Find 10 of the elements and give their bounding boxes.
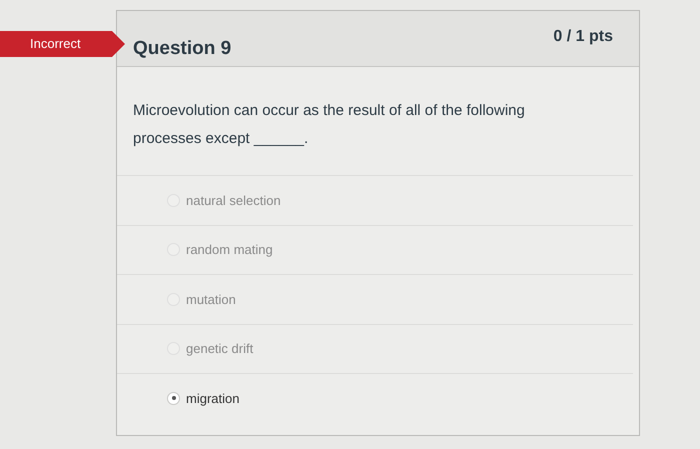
answer-option[interactable]: natural selection (117, 175, 633, 224)
question-title: Question 9 (133, 37, 232, 61)
radio-button[interactable] (167, 392, 180, 405)
incorrect-ribbon: Incorrect (0, 31, 125, 57)
points-label: 0 / 1 pts (553, 27, 613, 47)
answer-option[interactable]: migration (117, 373, 633, 422)
answer-option[interactable]: random mating (117, 224, 633, 274)
question-text: Microevolution can occur as the result of all of the following processes except ______. (133, 101, 526, 149)
answer-option[interactable]: genetic drift (117, 324, 633, 373)
answer-option[interactable]: mutation (117, 274, 633, 324)
